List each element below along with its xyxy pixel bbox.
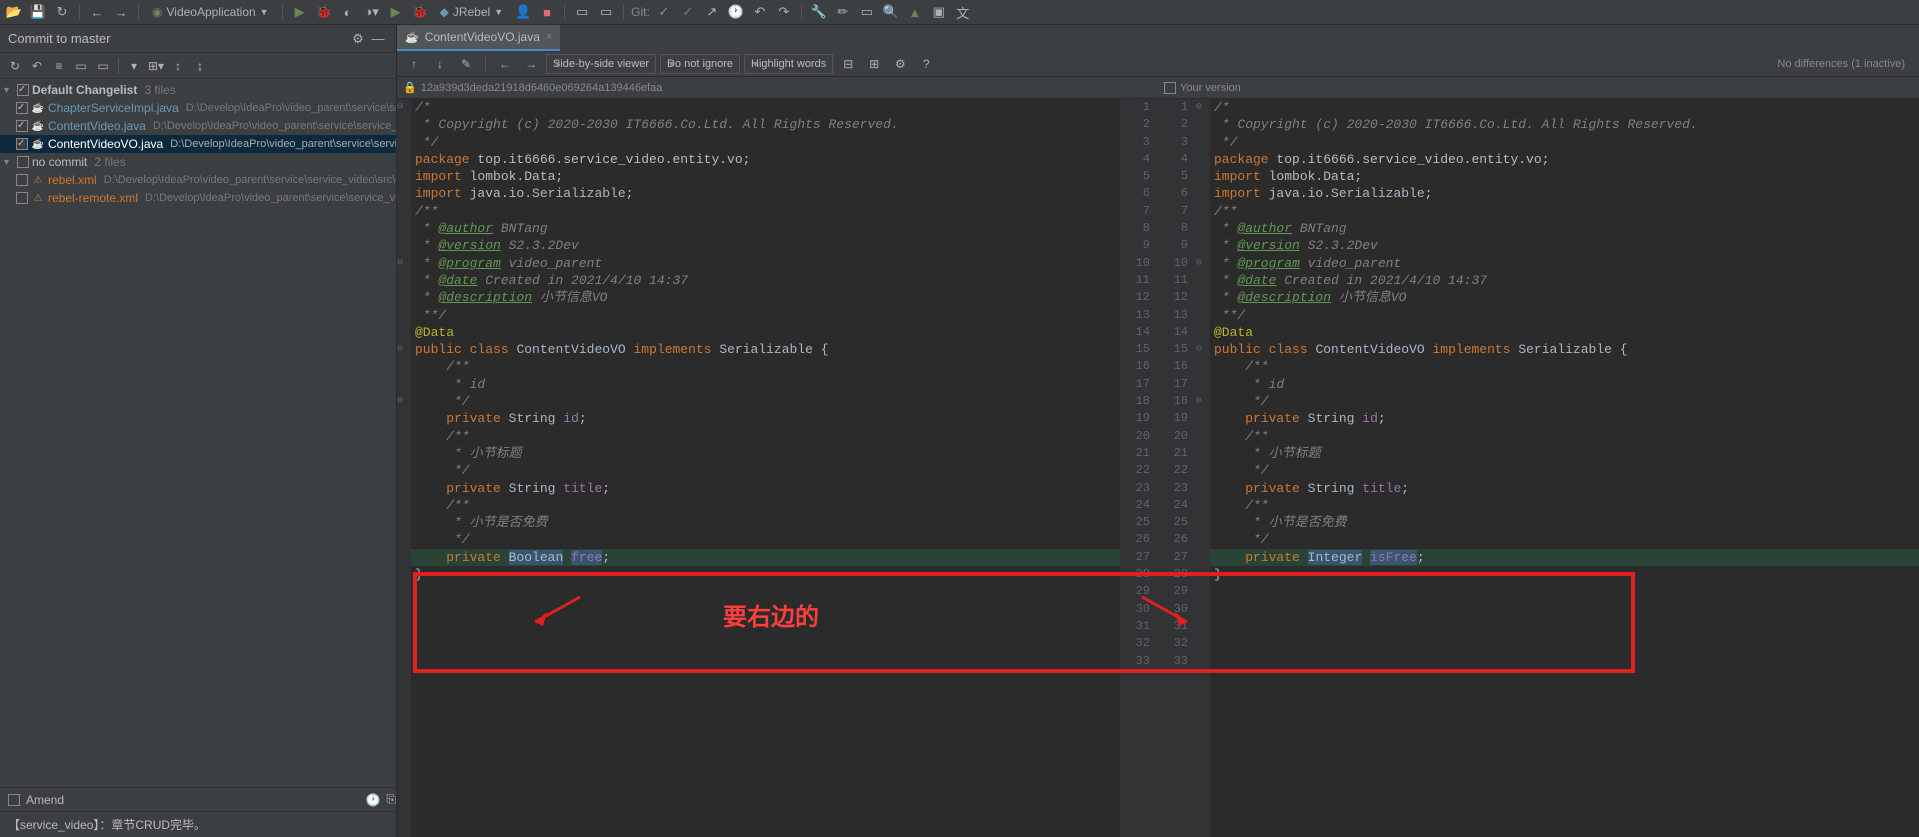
commit-title: Commit to master <box>8 31 348 46</box>
search-icon[interactable]: 🔍 <box>881 2 901 22</box>
amend-checkbox[interactable] <box>8 794 20 806</box>
nav-fwd-icon[interactable]: → <box>520 53 542 75</box>
jrebel-dropdown[interactable]: ◆ JRebel ▼ <box>434 2 510 22</box>
edit-diff-icon[interactable]: ✎ <box>455 53 477 75</box>
main-toolbar: 📂 💾 ↻ ← → ◉ VideoApplication ▼ ▶ 🐞 ◐ ◑▾ … <box>0 0 1919 25</box>
diff-body: ⊖⊖⊖⊖ /* * Copyright (c) 2020-2030 IT6666… <box>397 99 1919 837</box>
refresh-icon[interactable]: ↻ <box>52 2 72 22</box>
translate-icon[interactable]: 文 <box>953 2 973 22</box>
git-label: Git: <box>631 5 650 19</box>
expand-icon[interactable]: ↕ <box>167 55 189 77</box>
debug2-icon[interactable]: 🐞 <box>410 2 430 22</box>
commit-toolbar: ↻ ↶ ≡ ▭ ▭ ▾ ⊞▾ ↕ ↨ <box>0 53 396 79</box>
git-push-icon[interactable]: ↗ <box>702 2 722 22</box>
coverage-icon[interactable]: ◐ <box>338 2 358 22</box>
editor-tab[interactable]: ☕ ContentVideoVO.java × <box>397 25 560 51</box>
run2-icon[interactable]: ▶ <box>386 2 406 22</box>
help-icon[interactable]: ? <box>915 53 937 75</box>
list-item[interactable]: ☕ ContentVideoVO.java D:\Develop\IdeaPro… <box>0 135 396 153</box>
diff-status: No differences (1 inactive) <box>1777 58 1913 70</box>
stop-icon[interactable]: ■ <box>537 2 557 22</box>
git-history-icon[interactable]: 🕐 <box>726 2 746 22</box>
back-icon[interactable]: ← <box>87 2 107 22</box>
diff-toolbar: ↑ ↓ ✎ ← → Side-by-side viewer▼ Do not ig… <box>397 51 1919 77</box>
forward-icon[interactable]: → <box>111 2 131 22</box>
editor-area: ☕ ContentVideoVO.java × ↑ ↓ ✎ ← → Side-b… <box>397 25 1919 837</box>
save-icon[interactable]: 💾 <box>28 2 48 22</box>
java-file-icon: ☕ <box>405 31 419 44</box>
changelist-tree: ▾ Default Changelist 3 files ☕ ChapterSe… <box>0 79 396 787</box>
settings-icon[interactable]: ⚙ <box>889 53 911 75</box>
highlight-mode-dropdown[interactable]: Highlight words▼ <box>744 54 833 74</box>
collapse-icon[interactable]: ↨ <box>189 55 211 77</box>
person-icon[interactable]: 👤 <box>513 2 533 22</box>
prev-diff-icon[interactable]: ↑ <box>403 53 425 75</box>
diff-icon[interactable]: ≡ <box>48 55 70 77</box>
changelist-icon[interactable]: ▭ <box>70 55 92 77</box>
viewer-mode-dropdown[interactable]: Side-by-side viewer▼ <box>546 54 656 74</box>
group-icon[interactable]: ▾ <box>123 55 145 77</box>
list-item[interactable]: ☕ ChapterServiceImpl.java D:\Develop\Ide… <box>0 99 396 117</box>
minimize-icon[interactable]: — <box>368 29 388 49</box>
your-version-checkbox[interactable] <box>1164 82 1176 94</box>
shelve-icon[interactable]: ▭ <box>92 55 114 77</box>
msg-settings-icon[interactable]: ⎘ <box>386 792 396 807</box>
open-icon[interactable]: 📂 <box>4 2 24 22</box>
tool4-icon[interactable]: ▲ <box>905 2 925 22</box>
gear-icon[interactable]: ⚙ <box>348 29 368 49</box>
git-branch-icon[interactable]: ↷ <box>774 2 794 22</box>
close-icon[interactable]: × <box>546 31 552 43</box>
debug-icon[interactable]: 🐞 <box>314 2 334 22</box>
diff-right-pane: 1234567891011121314151617181920212223242… <box>1158 99 1919 837</box>
ignore-mode-dropdown[interactable]: Do not ignore▼ <box>660 54 740 74</box>
list-item[interactable]: ☕ ContentVideo.java D:\Develop\IdeaPro\v… <box>0 117 396 135</box>
code-right[interactable]: /* * Copyright (c) 2020-2030 IT6666.Co.L… <box>1210 99 1919 837</box>
list-item[interactable]: ⚠ rebel-remote.xml D:\Develop\IdeaPro\vi… <box>0 189 396 207</box>
git-update-icon[interactable]: ✓ <box>654 2 674 22</box>
refresh-commit-icon[interactable]: ↻ <box>4 55 26 77</box>
rollback-icon[interactable]: ↶ <box>26 55 48 77</box>
next-diff-icon[interactable]: ↓ <box>429 53 451 75</box>
tool5-icon[interactable]: ▣ <box>929 2 949 22</box>
layout-icon[interactable]: ▭ <box>572 2 592 22</box>
history-icon[interactable]: 🕐 <box>365 793 380 807</box>
commit-panel: Commit to master ⚙ — ↻ ↶ ≡ ▭ ▭ ▾ ⊞▾ ↕ ↨ … <box>0 25 397 837</box>
run-config-dropdown[interactable]: ◉ VideoApplication ▼ <box>146 2 275 22</box>
changelist-root[interactable]: ▾ Default Changelist 3 files <box>0 81 396 99</box>
git-rollback-icon[interactable]: ↶ <box>750 2 770 22</box>
diff-subtitle: 🔒 12a939d3deda21918d6460e069264a139446ef… <box>397 77 1919 99</box>
tool2-icon[interactable]: ✏ <box>833 2 853 22</box>
list-item[interactable]: ⚠ rebel.xml D:\Develop\IdeaPro\video_par… <box>0 171 396 189</box>
code-left[interactable]: /* * Copyright (c) 2020-2030 IT6666.Co.L… <box>411 99 1120 837</box>
git-commit-icon[interactable]: ✓ <box>678 2 698 22</box>
sync-scroll-icon[interactable]: ⊞ <box>863 53 885 75</box>
diff-left-pane: ⊖⊖⊖⊖ /* * Copyright (c) 2020-2030 IT6666… <box>397 99 1158 837</box>
view-icon[interactable]: ⊞▾ <box>145 55 167 77</box>
tool1-icon[interactable]: 🔧 <box>809 2 829 22</box>
editor-tabs: ☕ ContentVideoVO.java × <box>397 25 1919 51</box>
profiler-icon[interactable]: ◑▾ <box>362 2 382 22</box>
changelist-nocommit[interactable]: ▾ no commit 2 files <box>0 153 396 171</box>
tool3-icon[interactable]: ▭ <box>857 2 877 22</box>
run-icon[interactable]: ▶ <box>290 2 310 22</box>
lock-icon: 🔒 <box>403 81 417 94</box>
amend-row: Amend 🕐 ⎘ <box>0 787 396 811</box>
layout2-icon[interactable]: ▭ <box>596 2 616 22</box>
collapse-unchanged-icon[interactable]: ⊟ <box>837 53 859 75</box>
commit-message-input[interactable]: 【service_video】：章节CRUD完毕。 <box>0 811 396 837</box>
nav-back-icon[interactable]: ← <box>494 53 516 75</box>
